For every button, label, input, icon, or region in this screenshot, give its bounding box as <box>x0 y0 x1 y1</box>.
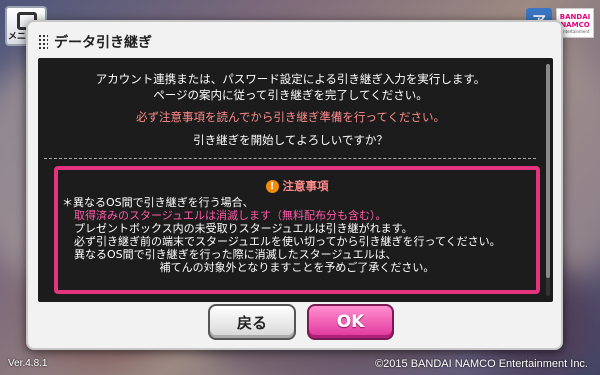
notice-line-6: 補てんの対象外となりますことを予めご了承ください。 <box>159 261 435 274</box>
version-label: Ver.4.8.1 <box>8 358 48 369</box>
notice-line-2: 取得済みのスタージュエルは消滅します（無料配布分も含む）。 <box>74 209 387 222</box>
notice-line-4: 必ず引き継ぎ前の端末でスタージュエルを使い切ってから引き継ぎを行ってください。 <box>74 235 501 248</box>
intro-line-1: アカウント連携または、パスワード設定による引き継ぎ入力を実行します。 <box>95 72 486 86</box>
notice-header: ! 注意事項 <box>58 178 536 194</box>
caution-text: 必ず注意事項を読んでから引き継ぎ準備を行ってください。 <box>135 110 445 124</box>
dialog-header: データ引き継ぎ <box>38 28 551 56</box>
intro-line-2: ページの案内に従って引き継ぎを完了してください。 <box>153 88 428 102</box>
notice-body: ＊異なるOS間で引き継ぎを行う場合、 取得済みのスタージュエルは消滅します（無料… <box>62 196 532 274</box>
grip-icon <box>38 34 48 50</box>
dialog-content[interactable]: アカウント連携または、パスワード設定による引き継ぎ入力を実行します。 ページの案… <box>38 58 553 302</box>
divider <box>44 158 536 159</box>
scroll-thumb[interactable] <box>546 64 550 278</box>
notice-line-1: ＊異なるOS間で引き継ぎを行う場合、 <box>62 196 254 209</box>
notice-line-5: 異なるOS間で引き継ぎを行った際に消滅したスタージュエルは、 <box>74 248 397 261</box>
copyright-label: ©2015 BANDAI NAMCO Entertainment Inc. <box>375 358 588 370</box>
warning-icon: ! <box>265 179 279 193</box>
notice-title: 注意事項 <box>282 179 329 193</box>
notice-box: ! 注意事項 ＊異なるOS間で引き継ぎを行う場合、 取得済みのスタージュエルは消… <box>54 166 540 294</box>
confirm-question: 引き継ぎを開始してよろしいですか？ <box>193 133 388 147</box>
back-button[interactable]: 戻る <box>208 304 296 340</box>
data-transfer-dialog: データ引き継ぎ アカウント連携または、パスワード設定による引き継ぎ入力を実行しま… <box>26 20 563 350</box>
ok-button[interactable]: OK <box>307 304 394 340</box>
scrollbar[interactable] <box>546 64 550 296</box>
dialog-title: データ引き継ぎ <box>54 35 152 51</box>
notice-line-3: プレゼントボックス内の未受取りスタージュエルは引き継がれます。 <box>74 222 413 235</box>
